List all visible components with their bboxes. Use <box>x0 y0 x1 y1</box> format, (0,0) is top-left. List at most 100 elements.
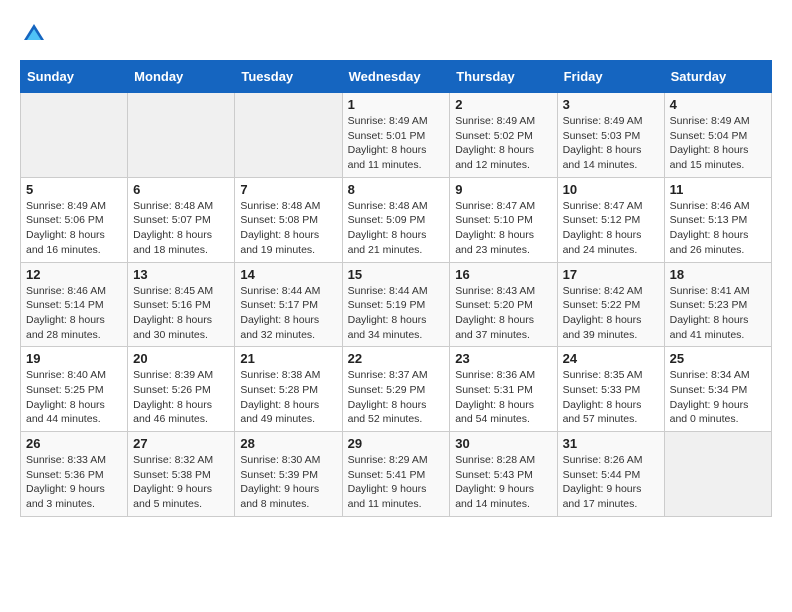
day-number: 10 <box>563 182 659 197</box>
weekday-header-saturday: Saturday <box>664 61 771 93</box>
weekday-header-tuesday: Tuesday <box>235 61 342 93</box>
day-number: 8 <box>348 182 445 197</box>
day-info: Sunrise: 8:33 AM Sunset: 5:36 PM Dayligh… <box>26 453 122 512</box>
day-number: 27 <box>133 436 229 451</box>
day-info: Sunrise: 8:49 AM Sunset: 5:04 PM Dayligh… <box>670 114 766 173</box>
day-info: Sunrise: 8:32 AM Sunset: 5:38 PM Dayligh… <box>133 453 229 512</box>
day-info: Sunrise: 8:44 AM Sunset: 5:19 PM Dayligh… <box>348 284 445 343</box>
weekday-header-wednesday: Wednesday <box>342 61 450 93</box>
logo-icon <box>20 20 48 48</box>
day-number: 5 <box>26 182 122 197</box>
day-info: Sunrise: 8:38 AM Sunset: 5:28 PM Dayligh… <box>240 368 336 427</box>
day-cell: 27 Sunrise: 8:32 AM Sunset: 5:38 PM Dayli… <box>128 432 235 517</box>
day-number: 21 <box>240 351 336 366</box>
day-number: 6 <box>133 182 229 197</box>
day-number: 31 <box>563 436 659 451</box>
day-info: Sunrise: 8:26 AM Sunset: 5:44 PM Dayligh… <box>563 453 659 512</box>
day-cell: 28Sunrise: 8:30 AM Sunset: 5:39 PM Dayli… <box>235 432 342 517</box>
day-cell: 4Sunrise: 8:49 AM Sunset: 5:04 PM Daylig… <box>664 93 771 178</box>
weekday-header-friday: Friday <box>557 61 664 93</box>
day-number: 15 <box>348 267 445 282</box>
day-info: Sunrise: 8:28 AM Sunset: 5:43 PM Dayligh… <box>455 453 551 512</box>
day-cell: 1 Sunrise: 8:49 AM Sunset: 5:01 PM Daylig… <box>342 93 450 178</box>
day-cell: 5 Sunrise: 8:49 AM Sunset: 5:06 PM Daylig… <box>21 177 128 262</box>
day-cell: 2 Sunrise: 8:49 AM Sunset: 5:02 PM Daylig… <box>450 93 557 178</box>
day-info: Sunrise: 8:39 AM Sunset: 5:26 PM Dayligh… <box>133 368 229 427</box>
day-info: Sunrise: 8:37 AM Sunset: 5:29 PM Dayligh… <box>348 368 445 427</box>
day-cell: 21 Sunrise: 8:38 AM Sunset: 5:28 PM Dayli… <box>235 347 342 432</box>
week-row-2: 5 Sunrise: 8:49 AM Sunset: 5:06 PM Daylig… <box>21 177 772 262</box>
weekday-header-row: SundayMondayTuesdayWednesdayThursdayFrid… <box>21 61 772 93</box>
day-number: 22 <box>348 351 445 366</box>
day-cell: 16 Sunrise: 8:43 AM Sunset: 5:20 PM Dayli… <box>450 262 557 347</box>
day-number: 12 <box>26 267 122 282</box>
day-info: Sunrise: 8:35 AM Sunset: 5:33 PM Dayligh… <box>563 368 659 427</box>
day-info: Sunrise: 8:49 AM Sunset: 5:01 PM Dayligh… <box>348 114 445 173</box>
day-info: Sunrise: 8:47 AM Sunset: 5:12 PM Dayligh… <box>563 199 659 258</box>
day-info: Sunrise: 8:49 AM Sunset: 5:06 PM Dayligh… <box>26 199 122 258</box>
day-number: 2 <box>455 97 551 112</box>
day-info: Sunrise: 8:46 AM Sunset: 5:13 PM Dayligh… <box>670 199 766 258</box>
day-cell: 26 Sunrise: 8:33 AM Sunset: 5:36 PM Dayli… <box>21 432 128 517</box>
day-cell: 10 Sunrise: 8:47 AM Sunset: 5:12 PM Dayli… <box>557 177 664 262</box>
day-cell: 12Sunrise: 8:46 AM Sunset: 5:14 PM Dayli… <box>21 262 128 347</box>
day-number: 9 <box>455 182 551 197</box>
day-info: Sunrise: 8:43 AM Sunset: 5:20 PM Dayligh… <box>455 284 551 343</box>
day-info: Sunrise: 8:49 AM Sunset: 5:03 PM Dayligh… <box>563 114 659 173</box>
day-number: 13 <box>133 267 229 282</box>
day-cell: 11 Sunrise: 8:46 AM Sunset: 5:13 PM Dayli… <box>664 177 771 262</box>
day-cell <box>235 93 342 178</box>
day-info: Sunrise: 8:48 AM Sunset: 5:08 PM Dayligh… <box>240 199 336 258</box>
day-cell: 24 Sunrise: 8:35 AM Sunset: 5:33 PM Dayli… <box>557 347 664 432</box>
day-number: 11 <box>670 182 766 197</box>
day-number: 18 <box>670 267 766 282</box>
week-row-3: 12Sunrise: 8:46 AM Sunset: 5:14 PM Dayli… <box>21 262 772 347</box>
weekday-header-sunday: Sunday <box>21 61 128 93</box>
logo <box>20 20 52 48</box>
day-cell: 13 Sunrise: 8:45 AM Sunset: 5:16 PM Dayli… <box>128 262 235 347</box>
day-number: 30 <box>455 436 551 451</box>
day-info: Sunrise: 8:41 AM Sunset: 5:23 PM Dayligh… <box>670 284 766 343</box>
weekday-header-monday: Monday <box>128 61 235 93</box>
day-info: Sunrise: 8:34 AM Sunset: 5:34 PM Dayligh… <box>670 368 766 427</box>
day-cell: 18 Sunrise: 8:41 AM Sunset: 5:23 PM Dayli… <box>664 262 771 347</box>
day-number: 7 <box>240 182 336 197</box>
day-cell: 9 Sunrise: 8:47 AM Sunset: 5:10 PM Daylig… <box>450 177 557 262</box>
day-number: 1 <box>348 97 445 112</box>
week-row-5: 26 Sunrise: 8:33 AM Sunset: 5:36 PM Dayli… <box>21 432 772 517</box>
day-number: 24 <box>563 351 659 366</box>
day-cell: 14Sunrise: 8:44 AM Sunset: 5:17 PM Dayli… <box>235 262 342 347</box>
day-number: 20 <box>133 351 229 366</box>
day-cell <box>128 93 235 178</box>
day-cell: 30 Sunrise: 8:28 AM Sunset: 5:43 PM Dayli… <box>450 432 557 517</box>
day-info: Sunrise: 8:49 AM Sunset: 5:02 PM Dayligh… <box>455 114 551 173</box>
day-number: 16 <box>455 267 551 282</box>
day-number: 29 <box>348 436 445 451</box>
day-info: Sunrise: 8:48 AM Sunset: 5:07 PM Dayligh… <box>133 199 229 258</box>
week-row-4: 19Sunrise: 8:40 AM Sunset: 5:25 PM Dayli… <box>21 347 772 432</box>
day-info: Sunrise: 8:45 AM Sunset: 5:16 PM Dayligh… <box>133 284 229 343</box>
day-cell: 25 Sunrise: 8:34 AM Sunset: 5:34 PM Dayli… <box>664 347 771 432</box>
day-info: Sunrise: 8:36 AM Sunset: 5:31 PM Dayligh… <box>455 368 551 427</box>
day-number: 3 <box>563 97 659 112</box>
day-cell: 6 Sunrise: 8:48 AM Sunset: 5:07 PM Daylig… <box>128 177 235 262</box>
calendar-table: SundayMondayTuesdayWednesdayThursdayFrid… <box>20 60 772 517</box>
page-header <box>20 20 772 48</box>
day-info: Sunrise: 8:48 AM Sunset: 5:09 PM Dayligh… <box>348 199 445 258</box>
day-cell: 20 Sunrise: 8:39 AM Sunset: 5:26 PM Dayli… <box>128 347 235 432</box>
day-cell: 19Sunrise: 8:40 AM Sunset: 5:25 PM Dayli… <box>21 347 128 432</box>
weekday-header-thursday: Thursday <box>450 61 557 93</box>
day-number: 23 <box>455 351 551 366</box>
day-info: Sunrise: 8:47 AM Sunset: 5:10 PM Dayligh… <box>455 199 551 258</box>
day-info: Sunrise: 8:29 AM Sunset: 5:41 PM Dayligh… <box>348 453 445 512</box>
day-info: Sunrise: 8:44 AM Sunset: 5:17 PM Dayligh… <box>240 284 336 343</box>
day-number: 25 <box>670 351 766 366</box>
day-cell: 22 Sunrise: 8:37 AM Sunset: 5:29 PM Dayli… <box>342 347 450 432</box>
day-number: 26 <box>26 436 122 451</box>
day-cell: 8 Sunrise: 8:48 AM Sunset: 5:09 PM Daylig… <box>342 177 450 262</box>
day-info: Sunrise: 8:30 AM Sunset: 5:39 PM Dayligh… <box>240 453 336 512</box>
day-number: 19 <box>26 351 122 366</box>
day-cell <box>664 432 771 517</box>
week-row-1: 1 Sunrise: 8:49 AM Sunset: 5:01 PM Daylig… <box>21 93 772 178</box>
day-cell <box>21 93 128 178</box>
